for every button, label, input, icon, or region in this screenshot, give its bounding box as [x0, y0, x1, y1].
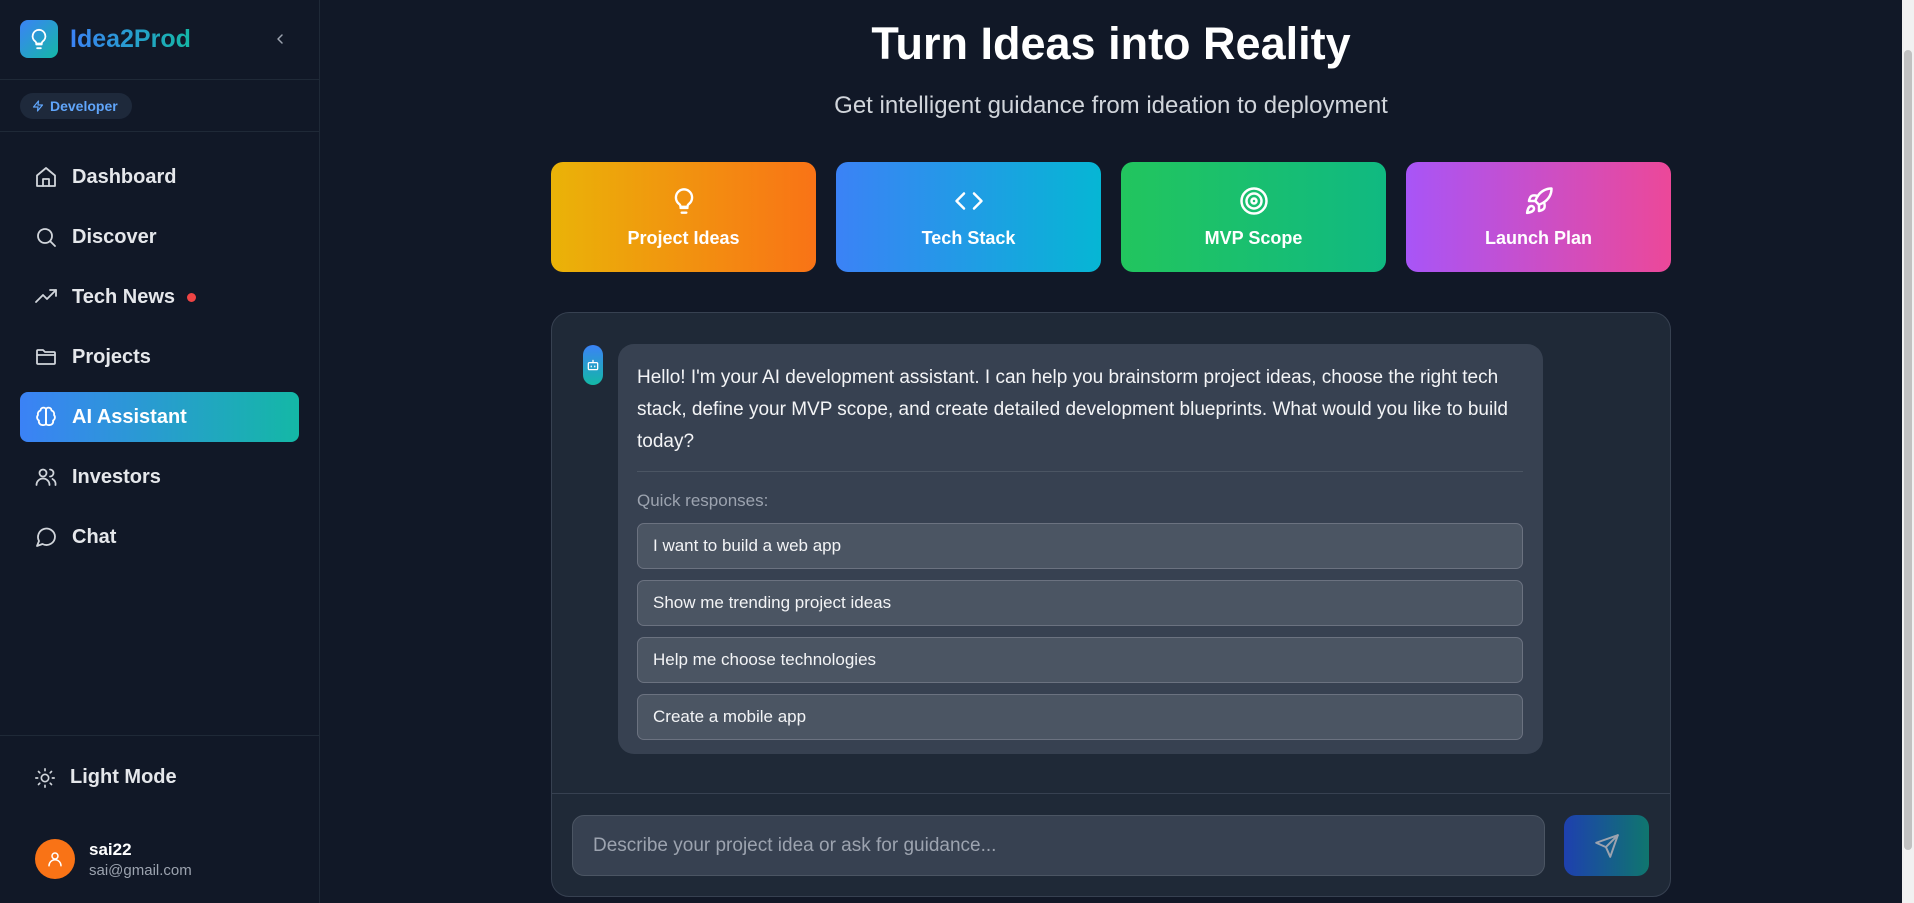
user-name: sai22 — [89, 839, 132, 859]
collapse-sidebar-button[interactable] — [268, 26, 292, 52]
folder-icon — [34, 345, 58, 369]
launch-plan-card[interactable]: Launch Plan — [1406, 162, 1671, 272]
rocket-icon — [1524, 186, 1554, 216]
card-label: Launch Plan — [1484, 227, 1592, 248]
sidebar-item-label: Investors — [72, 465, 161, 488]
avatar — [35, 839, 75, 879]
divider — [637, 471, 1523, 472]
chat-panel: Hello! I'm your AI development assistant… — [551, 312, 1671, 897]
sidebar-item-discover[interactable]: Discover — [20, 212, 299, 262]
user-email: sai@gmail.com — [89, 861, 192, 879]
bot-icon — [583, 345, 603, 385]
sidebar-item-dashboard[interactable]: Dashboard — [20, 152, 299, 202]
quick-response-button[interactable]: I want to build a web app — [637, 523, 1523, 569]
card-label: MVP Scope — [1204, 227, 1303, 248]
chevron-left-icon — [277, 34, 283, 44]
brand-name: Idea2Prod — [70, 25, 191, 53]
sidebar: Idea2Prod Developer Dashboard Discover T… — [0, 0, 320, 903]
user-icon — [48, 852, 62, 867]
page-subtitle: Get intelligent guidance from ideation t… — [834, 92, 1388, 119]
scrollbar-thumb[interactable] — [1904, 50, 1912, 850]
quick-responses-label: Quick responses: — [637, 491, 769, 510]
sidebar-nav: Dashboard Discover Tech News Projects AI… — [20, 152, 299, 572]
quick-response-button[interactable]: Show me trending project ideas — [637, 580, 1523, 626]
assistant-message: Hello! I'm your AI development assistant… — [618, 344, 1543, 754]
chat-input-bar — [552, 793, 1670, 896]
lightbulb-icon — [670, 186, 698, 216]
main-content: Turn Ideas into Reality Get intelligent … — [320, 0, 1895, 903]
code-icon — [954, 186, 984, 216]
role-row: Developer — [0, 80, 319, 132]
page-scrollbar[interactable] — [1902, 0, 1914, 903]
sidebar-item-investors[interactable]: Investors — [20, 452, 299, 502]
assistant-message-text: Hello! I'm your AI development assistant… — [637, 367, 1508, 452]
quick-response-button[interactable]: Create a mobile app — [637, 694, 1523, 740]
lightbulb-logo-icon — [20, 20, 58, 58]
sidebar-item-label: Chat — [72, 525, 117, 548]
sidebar-item-label: Discover — [72, 225, 157, 248]
chat-input[interactable] — [572, 815, 1545, 876]
sidebar-item-label: Projects — [72, 345, 151, 368]
sidebar-footer: Light Mode sai22 sai@gmail.com — [0, 735, 319, 903]
search-icon — [34, 225, 58, 249]
message-circle-icon — [34, 525, 58, 549]
sidebar-item-ai-assistant[interactable]: AI Assistant — [20, 392, 299, 442]
sun-icon — [35, 767, 55, 788]
sidebar-item-projects[interactable]: Projects — [20, 332, 299, 382]
target-icon — [1239, 186, 1269, 216]
role-badge: Developer — [20, 93, 132, 119]
sidebar-item-label: AI Assistant — [72, 405, 187, 428]
card-label: Tech Stack — [921, 227, 1016, 248]
zap-icon — [32, 100, 44, 112]
sidebar-item-tech-news[interactable]: Tech News — [20, 272, 299, 322]
sidebar-item-label: Tech News — [72, 285, 175, 308]
trending-up-icon — [34, 285, 58, 309]
home-icon — [34, 165, 58, 189]
role-badge-label: Developer — [50, 98, 118, 114]
mvp-scope-card[interactable]: MVP Scope — [1121, 162, 1386, 272]
quick-response-button[interactable]: Help me choose technologies — [637, 637, 1523, 683]
send-icon — [1594, 833, 1619, 858]
tech-stack-card[interactable]: Tech Stack — [836, 162, 1101, 272]
sidebar-item-label: Dashboard — [72, 165, 177, 188]
notification-dot — [187, 292, 196, 302]
project-ideas-card[interactable]: Project Ideas — [551, 162, 816, 272]
quick-responses: I want to build a web app Show me trendi… — [637, 523, 1523, 751]
card-label: Project Ideas — [627, 227, 740, 248]
users-icon — [34, 465, 58, 489]
page-title: Turn Ideas into Reality — [871, 18, 1351, 69]
user-profile[interactable]: sai22 sai@gmail.com — [35, 839, 192, 879]
user-info: sai22 sai@gmail.com — [89, 840, 192, 879]
brand-header: Idea2Prod — [0, 0, 319, 80]
theme-toggle-button[interactable]: Light Mode — [34, 766, 177, 789]
sidebar-item-chat[interactable]: Chat — [20, 512, 299, 562]
theme-toggle-label: Light Mode — [70, 766, 177, 788]
brain-icon — [34, 405, 58, 429]
send-button[interactable] — [1564, 815, 1649, 876]
